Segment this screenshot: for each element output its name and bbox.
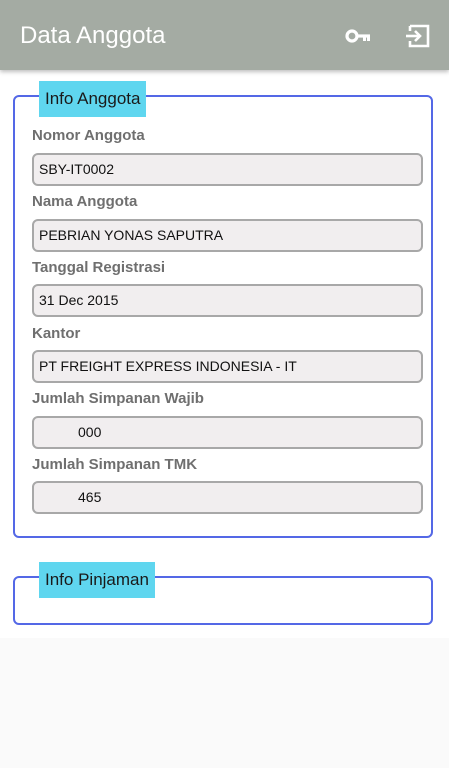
app-bar: Data Anggota xyxy=(0,0,449,70)
nomor-anggota-field[interactable]: SBY-IT0002 xyxy=(32,153,423,186)
info-pinjaman-panel: Info Pinjaman xyxy=(13,562,433,625)
info-pinjaman-legend: Info Pinjaman xyxy=(39,562,155,598)
page-title: Data Anggota xyxy=(20,22,166,49)
info-anggota-panel: Info Anggota Nomor Anggota SBY-IT0002 Na… xyxy=(13,81,433,538)
jumlah-simpanan-wajib-label: Jumlah Simpanan Wajib xyxy=(32,390,204,407)
tanggal-registrasi-field[interactable]: 31 Dec 2015 xyxy=(32,284,423,317)
nomor-anggota-label: Nomor Anggota xyxy=(32,127,145,144)
content-area: Info Anggota Nomor Anggota SBY-IT0002 Na… xyxy=(0,70,449,638)
kantor-field[interactable]: PT FREIGHT EXPRESS INDONESIA - IT xyxy=(32,350,423,383)
jumlah-simpanan-tmk-field[interactable]: 465 xyxy=(32,481,423,514)
info-anggota-legend: Info Anggota xyxy=(39,81,147,117)
nama-anggota-label: Nama Anggota xyxy=(32,193,138,210)
key-icon[interactable] xyxy=(344,22,372,50)
jumlah-simpanan-wajib-field[interactable]: 000 xyxy=(32,416,423,449)
nama-anggota-field[interactable]: PEBRIAN YONAS SAPUTRA xyxy=(32,219,423,252)
jumlah-simpanan-tmk-label: Jumlah Simpanan TMK xyxy=(32,456,198,473)
kantor-label: Kantor xyxy=(32,325,81,342)
empty-background xyxy=(0,638,449,768)
logout-icon[interactable] xyxy=(404,22,432,50)
tanggal-registrasi-label: Tanggal Registrasi xyxy=(32,259,166,276)
